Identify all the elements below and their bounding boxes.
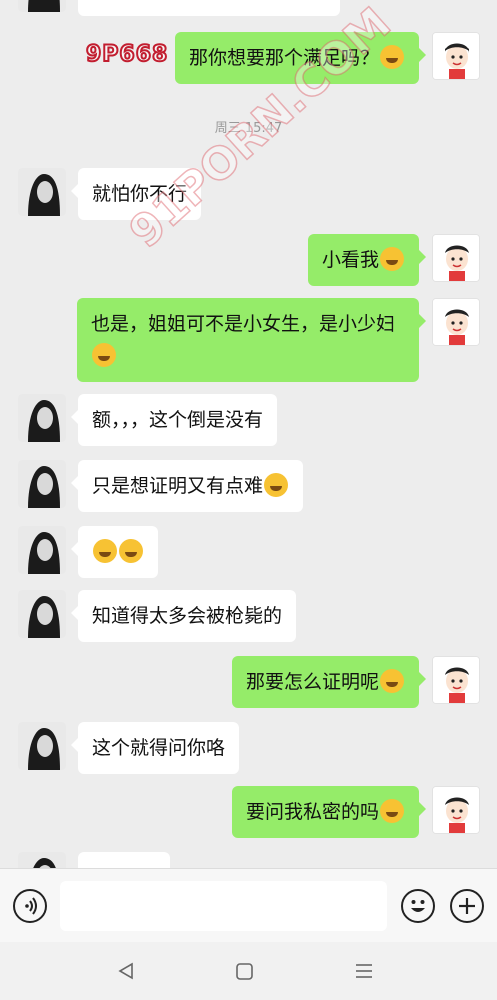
message-text: 额，，，这个倒是没有	[92, 409, 264, 431]
smirk-emoji-icon	[380, 799, 404, 823]
emoji-icon[interactable]	[401, 889, 435, 923]
received-message-bubble[interactable]: 额，，，这个倒是没有	[70, 394, 278, 446]
message-text: 小看我	[321, 249, 379, 271]
message-text: 那要怎么证明呢	[245, 671, 379, 693]
message-text: 这个就得问你咯	[92, 737, 226, 759]
chat-area: 那你想要那个满足吗？ 周三 15:47 就怕你不行 小看我 也是，姐姐可不是小女…	[0, 0, 497, 868]
system-nav-bar	[0, 942, 497, 1000]
contact-avatar[interactable]	[18, 168, 66, 216]
my-avatar[interactable]	[432, 32, 480, 80]
message-text: 也是，姐姐可不是小女生，是小少妇	[91, 313, 396, 335]
partial-message-bubble	[78, 0, 340, 16]
contact-avatar[interactable]	[18, 394, 66, 442]
message-text: 只是想证明又有点难	[92, 475, 264, 497]
contact-avatar[interactable]	[18, 526, 66, 574]
grin-emoji-icon	[380, 669, 404, 693]
tears-of-joy-emoji-icon	[264, 473, 289, 497]
my-avatar[interactable]	[432, 298, 480, 346]
sent-message-bubble[interactable]: 也是，姐姐可不是小女生，是小少妇	[77, 298, 426, 382]
contact-avatar[interactable]	[18, 722, 66, 770]
input-bar	[0, 868, 497, 942]
contact-avatar[interactable]	[18, 852, 66, 868]
voice-input-icon[interactable]	[13, 889, 47, 923]
message-text: 要问我私密的吗	[245, 801, 379, 823]
tears-of-joy-emoji-icon	[119, 539, 143, 563]
nav-back-icon[interactable]	[111, 956, 141, 986]
message-input[interactable]	[60, 881, 387, 931]
contact-avatar[interactable]	[18, 0, 66, 12]
awkward-emoji-icon	[380, 247, 404, 271]
my-avatar[interactable]	[432, 786, 480, 834]
tears-of-joy-emoji-icon	[93, 539, 117, 563]
message-text: 知道得太多会被枪毙的	[92, 605, 283, 627]
received-message-bubble[interactable]: 知道得太多会被枪毙的	[70, 590, 297, 642]
received-message-bubble[interactable]: 只是想证明又有点难	[70, 460, 304, 512]
received-message-bubble[interactable]	[71, 526, 158, 578]
received-message-bubble[interactable]	[78, 852, 170, 868]
plus-icon[interactable]	[450, 889, 484, 923]
sent-message-bubble[interactable]: 小看我	[307, 234, 427, 286]
watermark-text: 9P668	[85, 41, 169, 68]
grin-emoji-icon	[92, 343, 116, 367]
nav-home-icon[interactable]	[229, 956, 259, 986]
my-avatar[interactable]	[432, 656, 480, 704]
my-avatar[interactable]	[432, 234, 480, 282]
contact-avatar[interactable]	[18, 460, 66, 508]
sent-message-bubble[interactable]: 那要怎么证明呢	[231, 656, 427, 708]
contact-avatar[interactable]	[18, 590, 66, 638]
nav-menu-icon[interactable]	[349, 956, 379, 986]
received-message-bubble[interactable]: 这个就得问你咯	[70, 722, 240, 774]
sent-message-bubble[interactable]: 要问我私密的吗	[231, 786, 427, 838]
